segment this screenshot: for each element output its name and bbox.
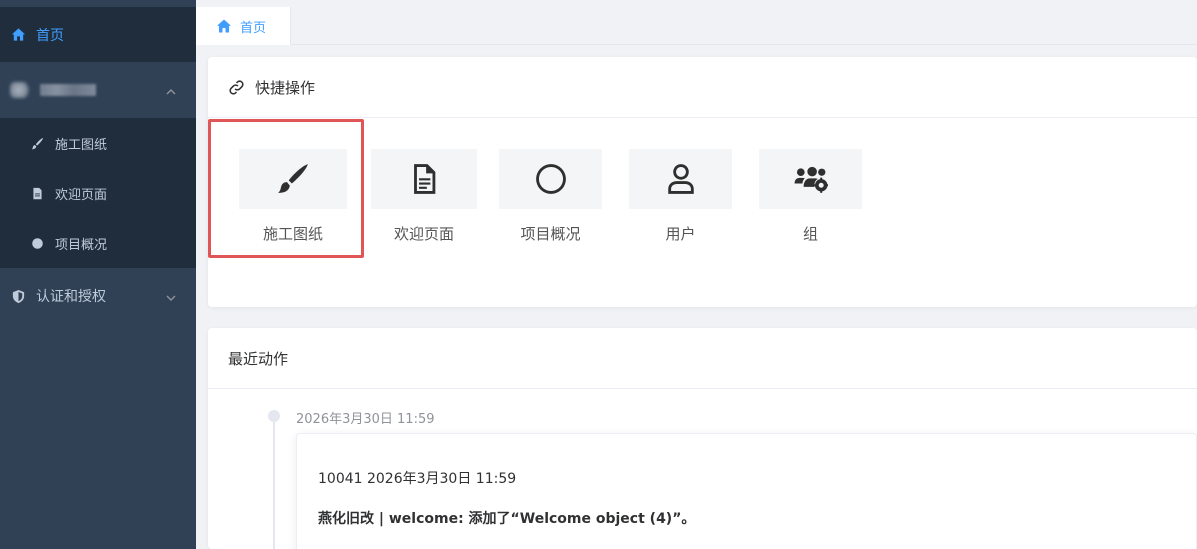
card-title: 最近动作 bbox=[228, 349, 289, 368]
shortcut-groups[interactable]: 组 bbox=[759, 149, 862, 249]
timeline-entry-card[interactable]: 10041 2026年3月30日 11:59 燕化旧改 | welcome: 添… bbox=[296, 433, 1197, 549]
quick-actions-card: 快捷操作 施工图纸 欢迎页面 项目概况 用户 组 bbox=[208, 57, 1197, 307]
shortcut-overview[interactable]: 项目概况 bbox=[499, 149, 602, 249]
shortcut-tile[interactable] bbox=[759, 149, 862, 209]
shortcut-users[interactable]: 用户 bbox=[629, 149, 732, 249]
user-icon bbox=[667, 164, 694, 194]
shortcut-label: 项目概况 bbox=[520, 225, 581, 243]
shortcut-drawings[interactable]: 施工图纸 bbox=[239, 149, 347, 249]
sidebar-item-label: 认证和授权 bbox=[36, 289, 106, 305]
shortcut-tile[interactable] bbox=[371, 149, 477, 209]
redacted-icon bbox=[10, 82, 32, 98]
timeline-timestamp: 2026年3月30日 11:59 bbox=[296, 412, 435, 427]
card-header: 快捷操作 bbox=[208, 57, 1197, 118]
entry-description[interactable]: 燕化旧改 | welcome: 添加了“Welcome object (4)”。 bbox=[318, 508, 695, 528]
chevron-up-icon bbox=[166, 85, 176, 95]
sidebar-item-label: 欢迎页面 bbox=[55, 187, 108, 203]
shortcut-tile[interactable] bbox=[239, 149, 347, 209]
sidebar-item-label: 项目概况 bbox=[55, 237, 108, 253]
tags-bar: 首页 bbox=[196, 7, 1197, 45]
tag-home[interactable]: 首页 bbox=[196, 7, 291, 45]
tag-label: 首页 bbox=[240, 20, 267, 36]
shortcut-label: 欢迎页面 bbox=[393, 225, 454, 243]
shortcut-tile[interactable] bbox=[629, 149, 732, 209]
timeline-dot bbox=[268, 410, 280, 422]
shield-icon bbox=[10, 288, 26, 304]
home-icon bbox=[10, 27, 26, 43]
timeline-line bbox=[273, 415, 275, 549]
users-gear-icon bbox=[794, 166, 828, 193]
link-icon bbox=[228, 79, 245, 96]
sidebar-item-label: 首页 bbox=[36, 27, 64, 44]
shortcut-label: 用户 bbox=[665, 225, 696, 243]
sidebar-item-label: 施工图纸 bbox=[55, 137, 108, 153]
entry-title: 10041 2026年3月30日 11:59 bbox=[318, 471, 517, 487]
redacted-group-label bbox=[40, 84, 96, 96]
shortcut-welcome[interactable]: 欢迎页面 bbox=[371, 149, 477, 249]
recent-actions-card: 最近动作 2026年3月30日 11:59 10041 2026年3月30日 1… bbox=[208, 328, 1197, 549]
shortcut-tile[interactable] bbox=[499, 149, 602, 209]
home-icon bbox=[216, 18, 232, 34]
circle-icon bbox=[30, 236, 44, 250]
brush-icon bbox=[278, 164, 308, 193]
file-lines-icon bbox=[414, 164, 436, 194]
shortcut-label: 施工图纸 bbox=[262, 225, 323, 243]
card-title: 快捷操作 bbox=[255, 78, 316, 97]
file-icon bbox=[30, 186, 44, 200]
chevron-down-icon bbox=[166, 291, 176, 301]
brush-icon bbox=[30, 136, 44, 150]
sidebar-item-drawings[interactable]: 施工图纸 bbox=[0, 118, 196, 168]
sidebar-item-home[interactable]: 首页 bbox=[0, 7, 196, 62]
card-header: 最近动作 bbox=[208, 328, 1197, 389]
circle-icon bbox=[535, 164, 566, 194]
shortcut-label: 组 bbox=[802, 225, 818, 243]
sidebar-group-redacted[interactable] bbox=[0, 62, 196, 118]
sidebar: 首页 施工图纸 欢迎页面 项目概况 认证和授权 bbox=[0, 0, 196, 549]
admin-app: 首页 施工图纸 欢迎页面 项目概况 认证和授权 首页 快捷操作 施工图纸 欢迎页… bbox=[0, 0, 1197, 549]
sidebar-item-auth[interactable]: 认证和授权 bbox=[0, 268, 196, 324]
sidebar-item-welcome[interactable]: 欢迎页面 bbox=[0, 168, 196, 218]
sidebar-item-overview[interactable]: 项目概况 bbox=[0, 218, 196, 268]
sidebar-submenu: 施工图纸 欢迎页面 项目概况 bbox=[0, 118, 196, 268]
